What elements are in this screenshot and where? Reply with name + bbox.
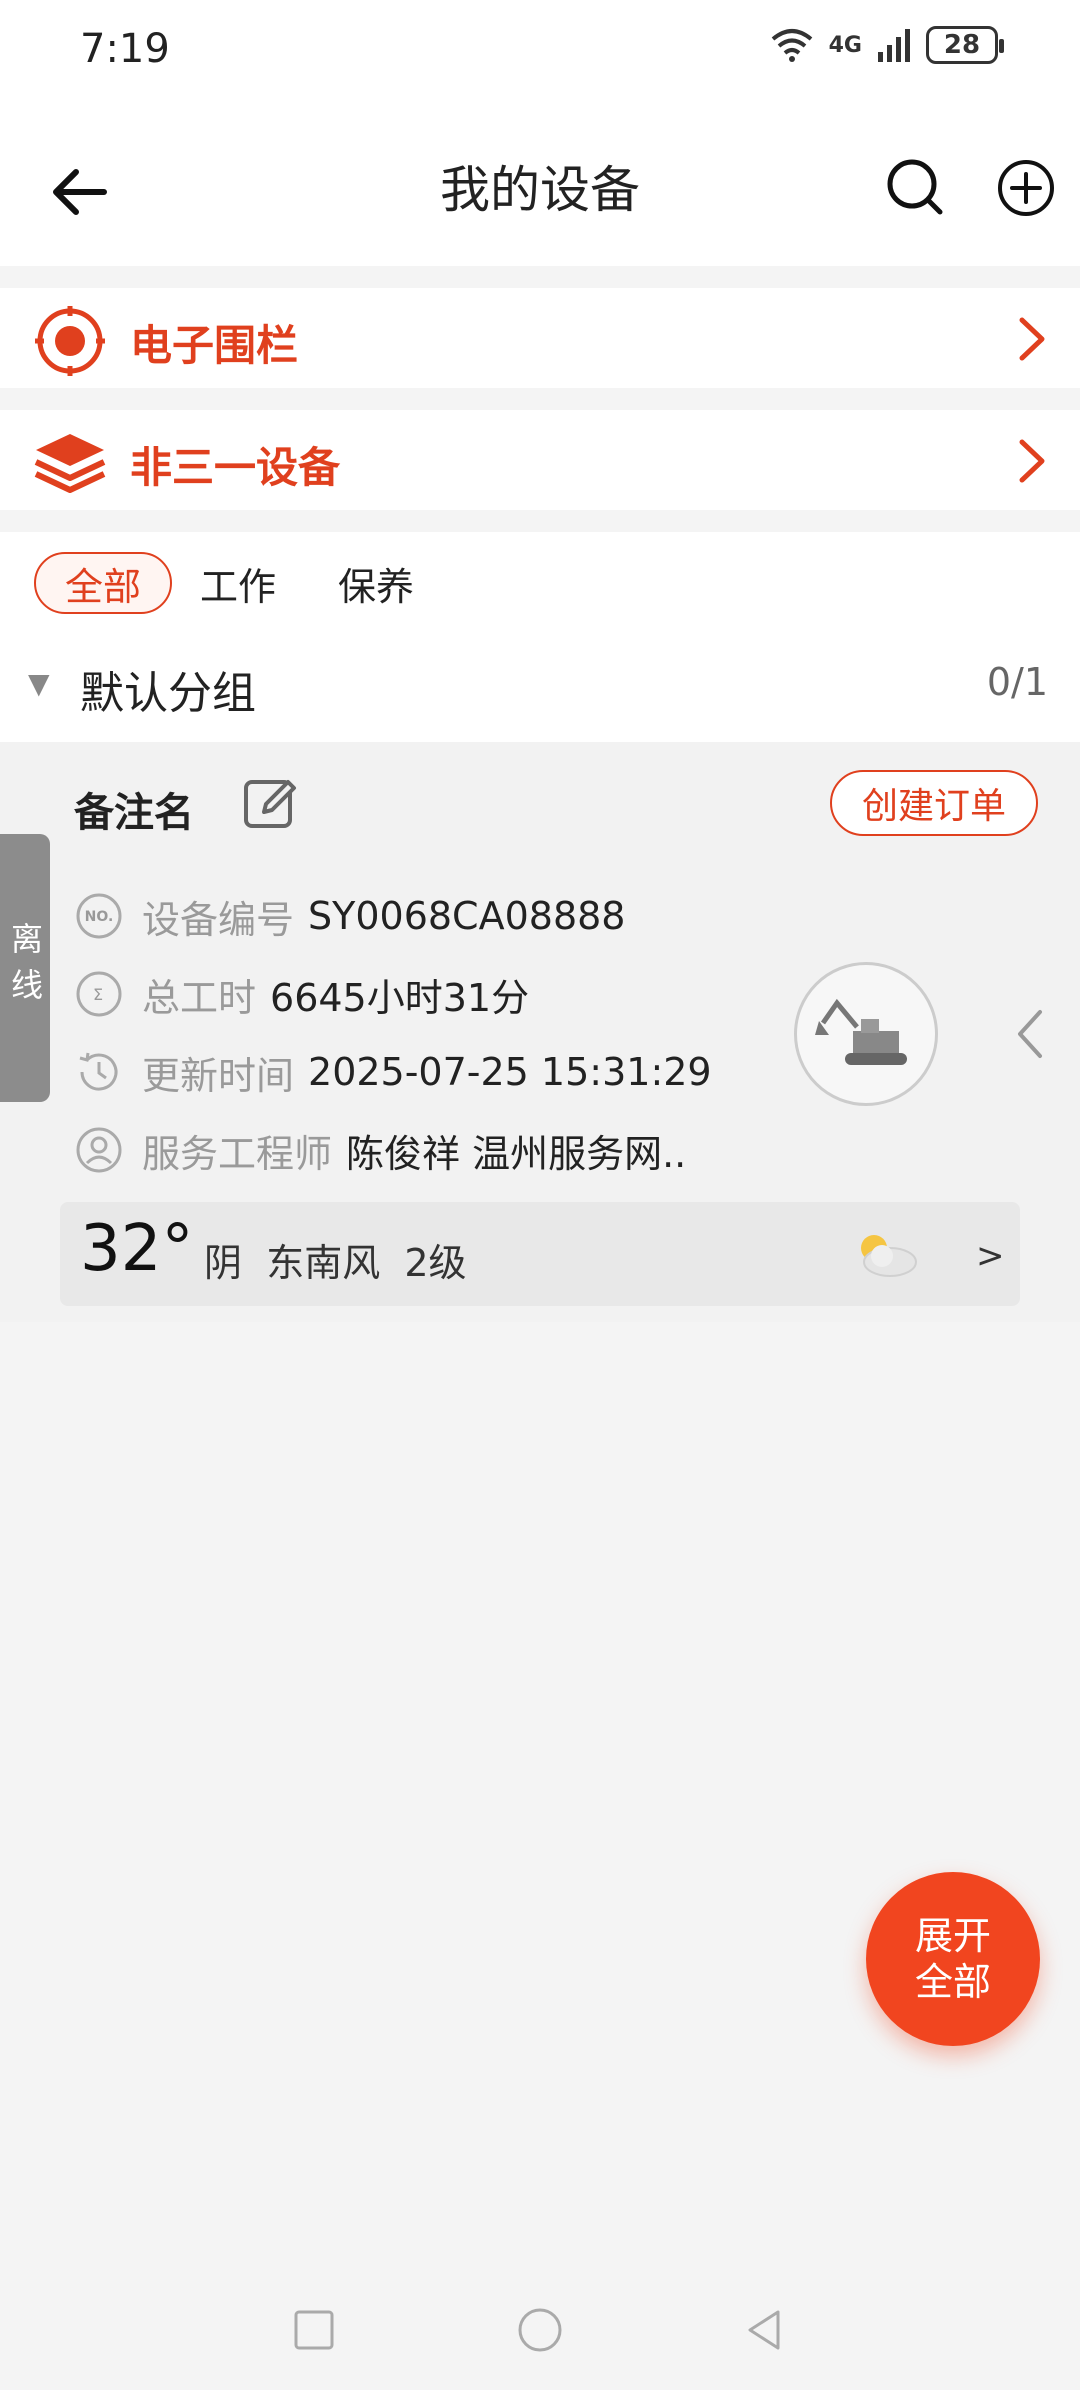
- weather-temperature: 32°: [80, 1212, 194, 1286]
- plus-circle-icon: [998, 160, 1054, 216]
- target-icon: [30, 306, 110, 376]
- battery-indicator: 28: [926, 26, 1004, 64]
- info-row-engineer: 服务工程师 陈俊祥 温州服务网..: [74, 1120, 686, 1180]
- create-order-button[interactable]: 创建订单: [830, 770, 1038, 836]
- weather-description: 阴 东南风 2级: [204, 1232, 467, 1287]
- edit-icon[interactable]: [242, 774, 300, 832]
- status-badge: 离线: [0, 834, 50, 1102]
- info-value: SY0068CA08888: [308, 894, 626, 938]
- home-icon[interactable]: [516, 2306, 564, 2354]
- group-count: 0/1: [986, 660, 1048, 704]
- status-label: 离线: [6, 922, 44, 1014]
- menu-item-fence[interactable]: 电子围栏: [0, 288, 1080, 388]
- device-card[interactable]: 备注名 创建订单 离线 NO. 设备编号 SY0068CA08888 Σ 总工时…: [0, 742, 1080, 1322]
- app-header: 我的设备: [0, 108, 1080, 266]
- menu-item-label: 非三一设备: [130, 443, 341, 492]
- chevron-left-icon[interactable]: [1012, 1006, 1048, 1062]
- tab-working[interactable]: 工作: [200, 552, 276, 614]
- weather-wind-level: 2级: [404, 1241, 467, 1285]
- menu-item-non-sany-devices[interactable]: 非三一设备: [0, 410, 1080, 510]
- excavator-icon: [815, 998, 907, 1065]
- filter-area: 全部 工作 保养 ▼ 默认分组 0/1: [0, 532, 1080, 742]
- tab-all[interactable]: 全部: [34, 552, 172, 614]
- info-label: 设备编号: [142, 897, 295, 942]
- info-row-hours: Σ 总工时 6645小时31分: [74, 964, 529, 1024]
- svg-text:Σ: Σ: [93, 985, 103, 1004]
- tab-maintenance[interactable]: 保养: [338, 552, 414, 614]
- chevron-right-icon: [1012, 316, 1052, 362]
- add-device-button[interactable]: [990, 152, 1062, 224]
- info-label: 总工时: [142, 975, 257, 1020]
- chevron-right-icon: [1012, 438, 1052, 484]
- fab-label-line1: 展开: [914, 1914, 991, 1958]
- group-name[interactable]: 默认分组: [80, 657, 256, 721]
- expand-all-button[interactable]: 展开 全部: [866, 1872, 1040, 2046]
- history-icon: [79, 1052, 118, 1091]
- info-label: 更新时间: [142, 1053, 295, 1098]
- back-nav-icon[interactable]: [742, 2308, 786, 2352]
- info-row-updated: 更新时间 2025-07-25 15:31:29: [74, 1042, 712, 1102]
- info-label: 服务工程师: [142, 1131, 333, 1176]
- network-type: 4G: [828, 32, 862, 58]
- info-value: 2025-07-25 15:31:29: [308, 1050, 712, 1094]
- device-avatar: [794, 962, 938, 1106]
- weather-bar[interactable]: 32° 阴 东南风 2级 >: [60, 1202, 1020, 1306]
- info-value: 6645小时31分: [270, 975, 530, 1020]
- battery-level: 28: [943, 30, 981, 60]
- svg-text:NO.: NO.: [85, 909, 114, 925]
- user-icon: [76, 1127, 122, 1173]
- status-bar: 7:19 4G 28: [0, 0, 1080, 108]
- clock-sum-icon: Σ: [76, 971, 122, 1017]
- cloudy-sun-icon: [850, 1228, 920, 1280]
- caret-down-icon[interactable]: ▼: [28, 667, 50, 700]
- weather-condition: 阴: [204, 1241, 243, 1285]
- layers-icon: [30, 428, 110, 498]
- fab-label-line2: 全部: [914, 1960, 991, 2004]
- weather-wind: 东南风: [266, 1241, 381, 1285]
- status-icons: 4G 28: [769, 26, 1004, 64]
- info-value: 陈俊祥 温州服务网..: [346, 1131, 687, 1176]
- recents-icon[interactable]: [292, 2308, 336, 2352]
- device-alias: 备注名: [74, 790, 194, 836]
- search-button[interactable]: [880, 152, 952, 224]
- wifi-icon: [771, 29, 812, 62]
- info-row-serial: NO. 设备编号 SY0068CA08888: [74, 886, 625, 946]
- status-time: 7:19: [80, 26, 170, 72]
- menu-item-label: 电子围栏: [130, 321, 299, 370]
- number-icon: NO.: [76, 893, 122, 939]
- system-nav-bar: [0, 2272, 1080, 2390]
- weather-more-icon: >: [976, 1236, 1005, 1276]
- search-icon: [887, 159, 943, 215]
- signal-icon: [878, 29, 910, 62]
